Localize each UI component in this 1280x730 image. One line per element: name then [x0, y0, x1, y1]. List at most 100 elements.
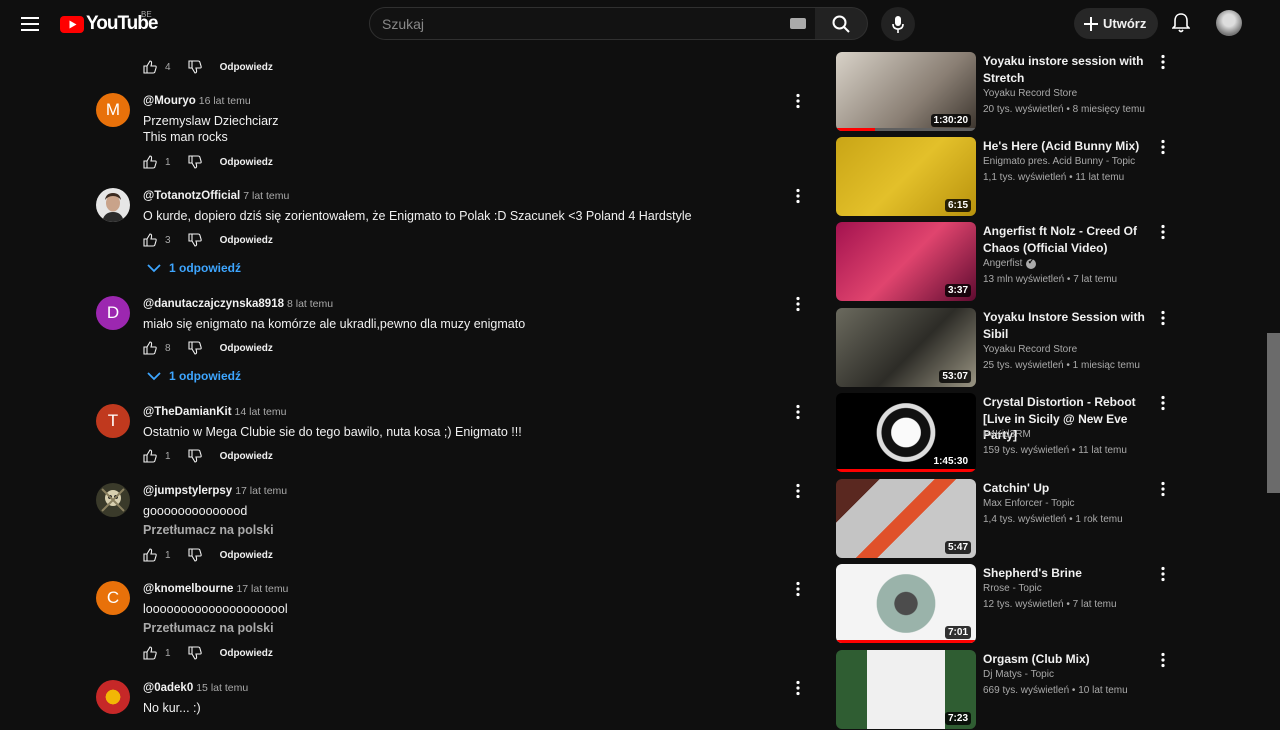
- comment-avatar[interactable]: M: [96, 93, 130, 127]
- more-options-icon[interactable]: [1158, 566, 1168, 582]
- youtube-logo[interactable]: YouTube BE: [60, 10, 158, 36]
- search-input[interactable]: [382, 15, 762, 33]
- reply-button[interactable]: Odpowiedz: [220, 62, 273, 73]
- more-options-icon[interactable]: [793, 296, 803, 312]
- dislike-icon[interactable]: [188, 341, 202, 355]
- comment-avatar[interactable]: [96, 680, 130, 714]
- video-thumbnail[interactable]: 3:37: [836, 222, 976, 301]
- video-item[interactable]: 53:07 Yoyaku Instore Session with Sibil Yo…: [836, 308, 1176, 388]
- like-icon[interactable]: [143, 60, 157, 74]
- reply-button[interactable]: Odpowiedz: [220, 343, 273, 354]
- video-channel[interactable]: Yoyaku Record Store: [983, 344, 1077, 355]
- video-title[interactable]: Catchin' Up: [983, 480, 1151, 497]
- show-replies-button[interactable]: 1 odpowiedź: [143, 261, 241, 275]
- comment-avatar[interactable]: D: [96, 296, 130, 330]
- more-options-icon[interactable]: [793, 483, 803, 499]
- more-options-icon[interactable]: [1158, 395, 1168, 411]
- video-title[interactable]: He's Here (Acid Bunny Mix): [983, 138, 1151, 155]
- more-options-icon[interactable]: [793, 404, 803, 420]
- video-channel[interactable]: Max Enforcer - Topic: [983, 498, 1075, 509]
- video-channel[interactable]: Angerfist: [983, 256, 1037, 269]
- reply-button[interactable]: Odpowiedz: [220, 648, 273, 659]
- dislike-icon[interactable]: [188, 155, 202, 169]
- like-icon[interactable]: [143, 449, 157, 463]
- comment-author[interactable]: @0adek0: [143, 682, 193, 694]
- dislike-icon[interactable]: [188, 646, 202, 660]
- dislike-icon[interactable]: [188, 60, 202, 74]
- video-item[interactable]: 7:01 Shepherd's Brine Rrose - Topic 12 tys.…: [836, 564, 1176, 644]
- video-thumbnail[interactable]: 5:47: [836, 479, 976, 558]
- video-title[interactable]: Yoyaku instore session with Stretch: [983, 53, 1151, 86]
- comment-author[interactable]: @TotanotzOfficial: [143, 190, 240, 202]
- video-item[interactable]: 1:45:30 Crystal Distortion - Reboot [Live…: [836, 393, 1176, 473]
- account-avatar[interactable]: [1216, 10, 1242, 36]
- create-button[interactable]: Utwórz: [1074, 8, 1158, 39]
- video-thumbnail[interactable]: 7:01: [836, 564, 976, 643]
- video-thumbnail[interactable]: 1:30:20: [836, 52, 976, 131]
- more-options-icon[interactable]: [1158, 310, 1168, 326]
- channel-name[interactable]: Yoyaku Record Store: [983, 344, 1077, 355]
- video-thumbnail[interactable]: 6:15: [836, 137, 976, 216]
- notifications-button[interactable]: [1167, 9, 1195, 37]
- video-channel[interactable]: Enigmato pres. Acid Bunny - Topic: [983, 156, 1135, 167]
- more-options-icon[interactable]: [793, 680, 803, 696]
- translate-link[interactable]: Przetłumacz na polski: [143, 621, 274, 635]
- keyboard-icon[interactable]: [790, 18, 806, 29]
- channel-name[interactable]: Angerfist: [983, 258, 1022, 269]
- video-item[interactable]: 3:37 Angerfist ft Nolz - Creed Of Chaos (…: [836, 222, 1176, 302]
- more-options-icon[interactable]: [793, 581, 803, 597]
- video-title[interactable]: Angerfist ft Nolz - Creed Of Chaos (Offi…: [983, 223, 1151, 256]
- reply-button[interactable]: Odpowiedz: [220, 235, 273, 246]
- more-options-icon[interactable]: [1158, 652, 1168, 668]
- like-icon[interactable]: [143, 341, 157, 355]
- comment-time[interactable]: 8 lat temu: [287, 298, 333, 310]
- comment-author[interactable]: @jumpstylerpsy: [143, 485, 232, 497]
- more-options-icon[interactable]: [793, 93, 803, 109]
- comment-time[interactable]: 17 lat temu: [235, 485, 287, 497]
- video-thumbnail[interactable]: 7:23: [836, 650, 976, 729]
- video-channel[interactable]: Yoyaku Record Store: [983, 88, 1077, 99]
- show-replies-button[interactable]: 1 odpowiedź: [143, 369, 241, 383]
- video-thumbnail[interactable]: 53:07: [836, 308, 976, 387]
- channel-name[interactable]: Yoyaku Record Store: [983, 88, 1077, 99]
- channel-name[interactable]: P4Kid3RM: [983, 429, 1031, 440]
- comment-time[interactable]: 14 lat temu: [235, 406, 287, 418]
- video-channel[interactable]: Rrose - Topic: [983, 583, 1042, 594]
- comment-avatar[interactable]: C: [96, 581, 130, 615]
- reply-button[interactable]: Odpowiedz: [220, 550, 273, 561]
- dislike-icon[interactable]: [188, 449, 202, 463]
- more-options-icon[interactable]: [1158, 139, 1168, 155]
- channel-name[interactable]: Dj Matys - Topic: [983, 669, 1054, 680]
- video-item[interactable]: 7:23 Orgasm (Club Mix) Dj Matys - Topic 669…: [836, 650, 1176, 730]
- hamburger-menu-icon[interactable]: [14, 8, 46, 40]
- comment-author[interactable]: @knomelbourne: [143, 583, 233, 595]
- video-channel[interactable]: Dj Matys - Topic: [983, 669, 1054, 680]
- like-icon[interactable]: [143, 548, 157, 562]
- comment-avatar[interactable]: [96, 483, 130, 517]
- like-icon[interactable]: [143, 233, 157, 247]
- dislike-icon[interactable]: [188, 548, 202, 562]
- video-item[interactable]: 5:47 Catchin' Up Max Enforcer - Topic 1,4 t…: [836, 479, 1176, 559]
- dislike-icon[interactable]: [188, 233, 202, 247]
- video-item[interactable]: 1:30:20 Yoyaku instore session with Stret…: [836, 52, 1176, 132]
- comment-time[interactable]: 15 lat temu: [196, 682, 248, 694]
- video-item[interactable]: 6:15 He's Here (Acid Bunny Mix) Enigmato p…: [836, 137, 1176, 217]
- video-title[interactable]: Orgasm (Club Mix): [983, 651, 1151, 668]
- reply-button[interactable]: Odpowiedz: [220, 157, 273, 168]
- comment-author[interactable]: @danutaczajczynska8918: [143, 298, 284, 310]
- search-button[interactable]: [815, 7, 868, 40]
- channel-name[interactable]: Max Enforcer - Topic: [983, 498, 1075, 509]
- more-options-icon[interactable]: [1158, 481, 1168, 497]
- like-icon[interactable]: [143, 646, 157, 660]
- channel-name[interactable]: Rrose - Topic: [983, 583, 1042, 594]
- comment-time[interactable]: 7 lat temu: [243, 190, 289, 202]
- video-title[interactable]: Yoyaku Instore Session with Sibil: [983, 309, 1151, 342]
- comment-avatar[interactable]: [96, 188, 130, 222]
- reply-button[interactable]: Odpowiedz: [220, 451, 273, 462]
- more-options-icon[interactable]: [793, 188, 803, 204]
- video-title[interactable]: Shepherd's Brine: [983, 565, 1151, 582]
- channel-name[interactable]: Enigmato pres. Acid Bunny - Topic: [983, 156, 1135, 167]
- video-thumbnail[interactable]: 1:45:30: [836, 393, 976, 472]
- voice-search-button[interactable]: [881, 7, 915, 41]
- comment-author[interactable]: @Mouryo: [143, 95, 196, 107]
